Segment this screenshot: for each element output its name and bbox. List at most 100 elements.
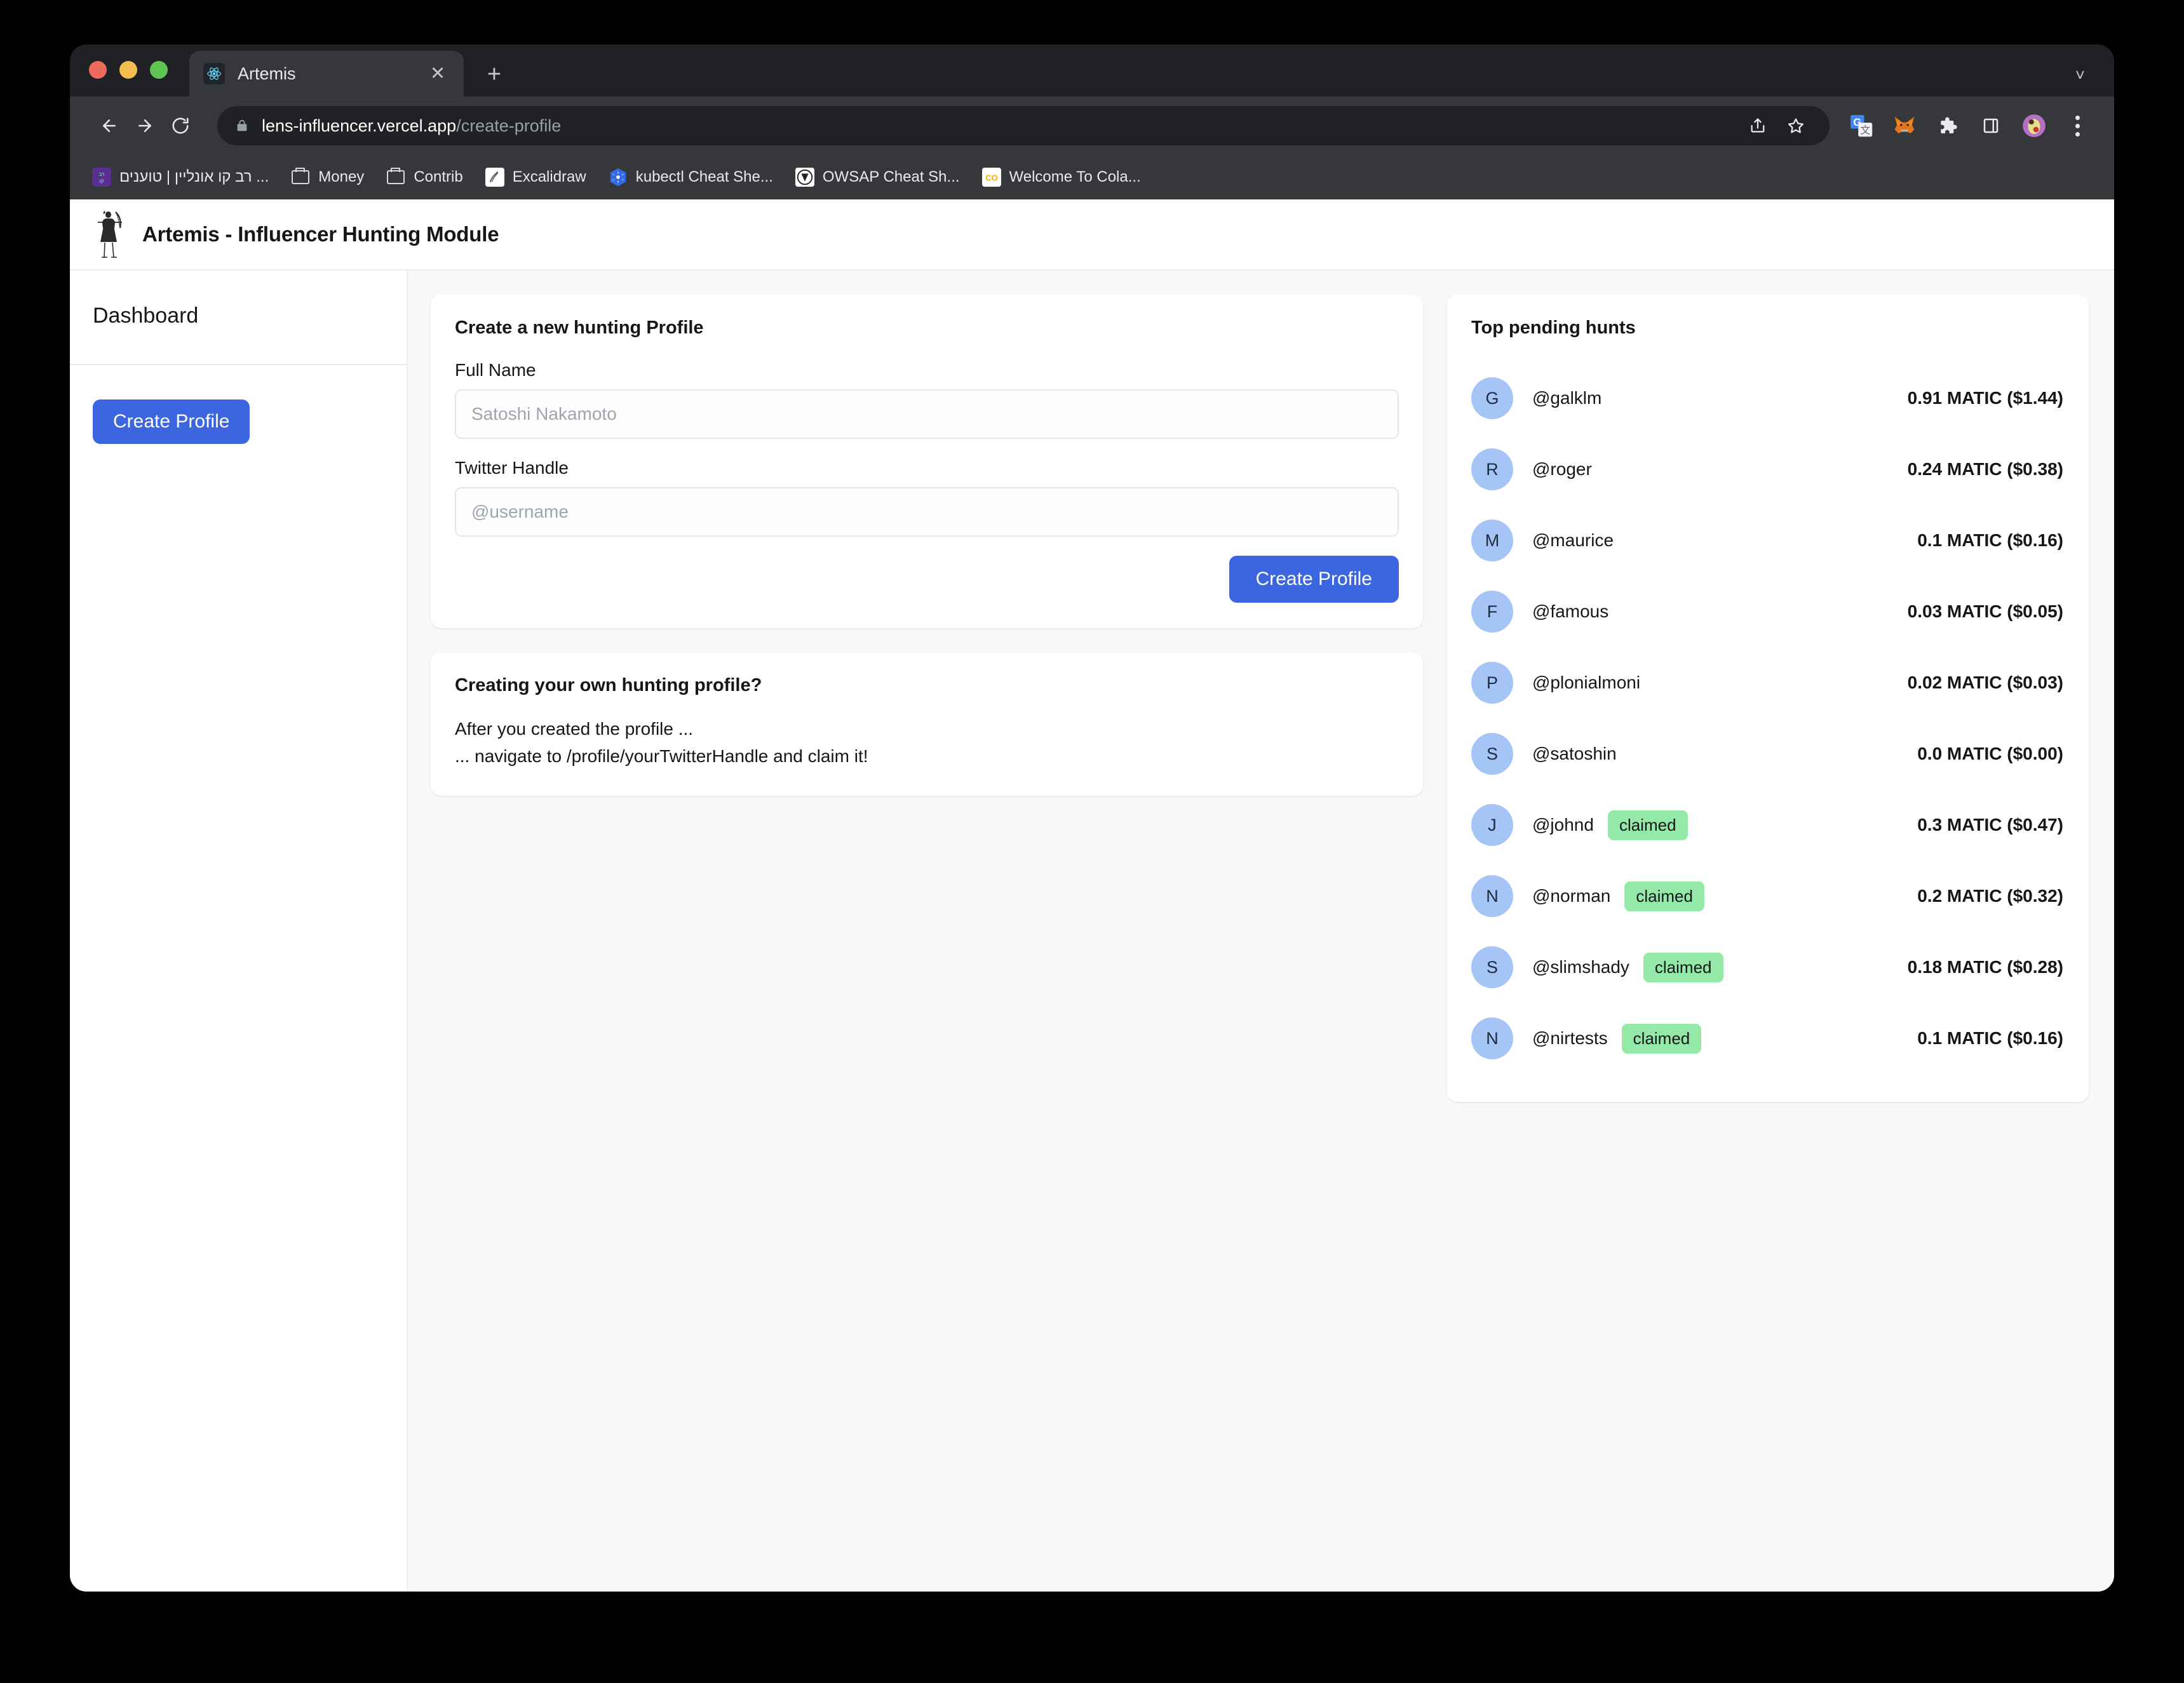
bookmark-item[interactable]: CO Welcome To Cola...: [981, 167, 1141, 187]
hunt-amount: 0.03 MATIC ($0.05): [1907, 601, 2063, 621]
bookmark-label: kubectl Cheat She...: [635, 168, 773, 185]
svg-text:רב: רב: [98, 171, 104, 177]
svg-text:文: 文: [1860, 124, 1870, 136]
hunt-handle: @roger: [1532, 459, 1592, 479]
info-card-line-1: After you created the profile ...: [455, 719, 694, 739]
avatar: P: [1471, 662, 1513, 704]
sidebar-create-profile-button[interactable]: Create Profile: [93, 399, 250, 444]
hunt-row[interactable]: N @norman claimed 0.2 MATIC ($0.32): [1471, 861, 2063, 932]
app-header: Artemis - Influencer Hunting Module: [70, 199, 2114, 271]
status-badge: claimed: [1621, 1023, 1702, 1054]
sidebar-item-dashboard[interactable]: Dashboard: [70, 271, 407, 328]
bookmark-item[interactable]: Money: [290, 167, 364, 187]
bookmark-item[interactable]: Excalidraw: [485, 167, 586, 187]
back-arrow-icon[interactable]: [91, 108, 127, 144]
hunt-handle: @nirtests: [1532, 1028, 1608, 1048]
metamask-fox-icon[interactable]: [1889, 111, 1920, 141]
star-icon[interactable]: [1780, 110, 1812, 142]
create-profile-submit-button[interactable]: Create Profile: [1229, 556, 1399, 603]
excalidraw-icon: [485, 167, 505, 187]
bookmark-item[interactable]: Contrib: [386, 167, 463, 187]
tab-strip: Artemis ✕ + ˅: [70, 44, 2114, 97]
bookmark-label: Excalidraw: [512, 168, 586, 185]
hunt-row[interactable]: F @famous 0.03 MATIC ($0.05): [1471, 576, 2063, 647]
twitter-handle-label: Twitter Handle: [455, 458, 569, 478]
ravkav-icon: רב קו: [91, 167, 112, 187]
page-title: Artemis - Influencer Hunting Module: [142, 222, 499, 246]
extensions-bar: G 文: [1846, 111, 2093, 141]
avatar: R: [1471, 448, 1513, 490]
url-path: /create-profile: [456, 116, 562, 135]
react-logo-icon: [203, 63, 225, 84]
bookmark-item[interactable]: רב קו רב קו אונליין | טוענים ...: [91, 167, 269, 187]
bookmark-label: Contrib: [414, 168, 463, 185]
hunt-handle: @norman: [1532, 886, 1611, 906]
hunt-handle: @satoshin: [1532, 744, 1617, 763]
status-badge: claimed: [1643, 952, 1723, 982]
minimize-window-button[interactable]: [119, 61, 137, 79]
hunt-row[interactable]: J @johnd claimed 0.3 MATIC ($0.47): [1471, 789, 2063, 861]
profile-avatar-icon[interactable]: [2019, 111, 2049, 141]
close-window-button[interactable]: [89, 61, 107, 79]
avatar: N: [1471, 875, 1513, 917]
bookmark-item[interactable]: OWSAP Cheat Sh...: [795, 167, 960, 187]
info-card-line-2: ... navigate to /profile/yourTwitterHand…: [455, 746, 868, 767]
hunt-row[interactable]: P @plonialmoni 0.02 MATIC ($0.03): [1471, 647, 2063, 718]
bookmark-item[interactable]: kubectl Cheat She...: [608, 167, 773, 187]
forward-arrow-icon[interactable]: [127, 108, 163, 144]
hunt-handle: @maurice: [1532, 530, 1614, 550]
tab-title: Artemis: [238, 64, 296, 83]
top-pending-hunts-panel: Top pending hunts G @galklm 0.91 MATIC ($1…: [1447, 295, 2089, 1102]
hunt-row[interactable]: N @nirtests claimed 0.1 MATIC ($0.16): [1471, 1003, 2063, 1074]
svg-text:קו: קו: [99, 177, 104, 184]
reload-icon[interactable]: [163, 108, 198, 144]
hunt-row[interactable]: R @roger 0.24 MATIC ($0.38): [1471, 434, 2063, 505]
hunt-amount: 0.2 MATIC ($0.32): [1917, 886, 2063, 906]
status-badge: claimed: [1624, 881, 1704, 911]
close-tab-icon[interactable]: ✕: [426, 64, 450, 83]
hunt-amount: 0.0 MATIC ($0.00): [1917, 744, 2063, 763]
main-content: Create a new hunting Profile Full Name T…: [408, 271, 2114, 1592]
avatar: S: [1471, 946, 1513, 988]
maximize-window-button[interactable]: [150, 61, 168, 79]
hunt-amount: 0.1 MATIC ($0.16): [1917, 530, 2063, 550]
omnibox-actions: [1742, 110, 1812, 142]
hunt-row[interactable]: S @satoshin 0.0 MATIC ($0.00): [1471, 718, 2063, 789]
twitter-handle-input[interactable]: [455, 487, 1399, 537]
create-profile-card: Create a new hunting Profile Full Name T…: [431, 295, 1423, 628]
avatar: N: [1471, 1017, 1513, 1059]
hunt-row[interactable]: M @maurice 0.1 MATIC ($0.16): [1471, 505, 2063, 576]
owasp-icon: [795, 167, 815, 187]
hunt-row[interactable]: S @slimshady claimed 0.18 MATIC ($0.28): [1471, 932, 2063, 1003]
bookmark-label: רב קו אונליין | טוענים ...: [119, 168, 269, 185]
hunt-row[interactable]: G @galklm 0.91 MATIC ($1.44): [1471, 363, 2063, 434]
colab-icon: CO: [981, 167, 1002, 187]
center-column: Create a new hunting Profile Full Name T…: [431, 295, 1423, 1592]
three-dots-menu-icon[interactable]: [2062, 115, 2093, 137]
avatar: G: [1471, 377, 1513, 419]
lock-icon: [235, 117, 249, 134]
hunts-list: G @galklm 0.91 MATIC ($1.44) R @roger 0.24 MA…: [1471, 363, 2063, 1074]
chevron-down-icon[interactable]: ˅: [2075, 65, 2085, 85]
bookmark-label: Money: [318, 168, 365, 185]
status-badge: claimed: [1607, 810, 1688, 840]
page-content: Artemis - Influencer Hunting Module Dash…: [70, 199, 2114, 1592]
hunt-handle: @slimshady: [1532, 957, 1629, 977]
share-icon[interactable]: [1742, 110, 1774, 142]
side-panel-icon[interactable]: [1976, 111, 2006, 141]
bookmark-label: OWSAP Cheat Sh...: [822, 168, 960, 185]
hunt-amount: 0.1 MATIC ($0.16): [1917, 1028, 2063, 1048]
full-name-label: Full Name: [455, 360, 536, 380]
sidebar-divider: [70, 364, 407, 365]
full-name-input[interactable]: [455, 389, 1399, 439]
extensions-puzzle-icon[interactable]: [1932, 111, 1963, 141]
address-bar[interactable]: lens-influencer.vercel.app/create-profil…: [217, 106, 1830, 145]
url-domain: lens-influencer.vercel.app: [262, 116, 457, 135]
window-controls: [89, 44, 168, 97]
info-card-title: Creating your own hunting profile?: [455, 675, 762, 695]
sidebar: Dashboard Create Profile: [70, 271, 408, 1592]
google-translate-icon[interactable]: G 文: [1846, 111, 1877, 141]
bookmark-label: Welcome To Cola...: [1009, 168, 1141, 185]
browser-tab[interactable]: Artemis ✕: [189, 51, 464, 97]
new-tab-button[interactable]: +: [480, 62, 508, 86]
